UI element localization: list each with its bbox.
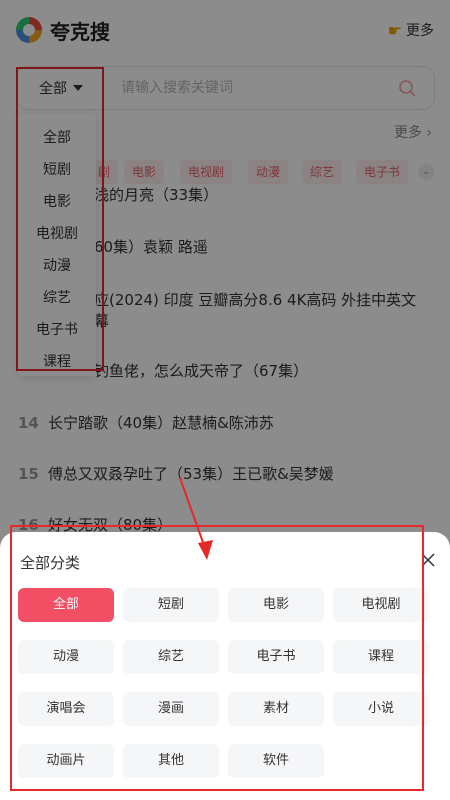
caret-down-icon xyxy=(73,85,83,91)
category-dropdown: 全部 短剧 电影 电视剧 动漫 综艺 电子书 课程 xyxy=(18,114,96,376)
category-sheet: 全部分类 全部 短剧 电影 电视剧 动漫 综艺 电子书 课程 演唱会 漫画 素材… xyxy=(0,532,450,800)
dropdown-item-ebook[interactable]: 电子书 xyxy=(18,314,96,346)
pointing-hand-icon: ☛ xyxy=(387,20,402,40)
category-button-ebook[interactable]: 电子书 xyxy=(228,640,324,674)
list-item[interactable]: 应(2024) 印度 豆瓣高分8.6 4K高码 外挂中英文 xyxy=(94,289,416,310)
list-item[interactable]: 15 傅总又双叒孕吐了（53集）王已歌&吴梦媛 xyxy=(18,463,334,484)
list-item[interactable]: 浅的月亮（33集） xyxy=(94,184,218,205)
dropdown-item-short-drama[interactable]: 短剧 xyxy=(18,154,96,186)
dropdown-item-tv-series[interactable]: 电视剧 xyxy=(18,218,96,250)
app-logo-icon xyxy=(16,17,42,43)
app-title: 夸克搜 xyxy=(50,20,110,44)
category-button-material[interactable]: 素材 xyxy=(228,692,324,726)
category-button-novel[interactable]: 小说 xyxy=(333,692,429,726)
search-input[interactable] xyxy=(121,76,391,100)
category-button-concert[interactable]: 演唱会 xyxy=(18,692,114,726)
category-button-software[interactable]: 软件 xyxy=(228,744,324,778)
more-label: 更多 xyxy=(406,23,434,39)
category-select-label: 全部 xyxy=(39,81,67,97)
category-button-course[interactable]: 课程 xyxy=(333,640,429,674)
dropdown-item-anime[interactable]: 动漫 xyxy=(18,250,96,282)
list-item[interactable]: 14 长宁踏歌（40集）赵慧楠&陈沛苏 xyxy=(18,412,274,433)
category-button-other[interactable]: 其他 xyxy=(123,744,219,778)
category-button-short-drama[interactable]: 短剧 xyxy=(123,588,219,622)
close-icon[interactable] xyxy=(420,552,436,568)
tag[interactable]: 电视剧 xyxy=(180,160,233,184)
dropdown-item-all[interactable]: 全部 xyxy=(18,122,96,154)
list-item[interactable]: 60集）袁颖 路遥 xyxy=(94,236,208,257)
category-button-comic[interactable]: 漫画 xyxy=(123,692,219,726)
sheet-title: 全部分类 xyxy=(20,554,81,572)
category-button-variety[interactable]: 综艺 xyxy=(123,640,219,674)
category-button-tv-series[interactable]: 电视剧 xyxy=(333,588,429,622)
chevron-down-icon[interactable]: ⌄ xyxy=(418,164,434,180)
category-button-cartoon[interactable]: 动画片 xyxy=(18,744,114,778)
list-item[interactable]: 钓鱼佬，怎么成天帝了（67集） xyxy=(94,360,308,381)
tag[interactable]: 电子书 xyxy=(356,160,409,184)
tag[interactable]: 电影 xyxy=(124,160,165,184)
category-button-all[interactable]: 全部 xyxy=(18,588,114,622)
category-select[interactable]: 全部 xyxy=(17,67,105,109)
dropdown-item-movie[interactable]: 电影 xyxy=(18,186,96,218)
tag[interactable]: 综艺 xyxy=(302,160,343,184)
search-bar: 全部 xyxy=(16,66,435,110)
dropdown-item-variety[interactable]: 综艺 xyxy=(18,282,96,314)
search-icon[interactable] xyxy=(398,79,416,97)
tag[interactable]: 动漫 xyxy=(248,160,289,184)
more-link[interactable]: 更多 › xyxy=(394,122,432,142)
dropdown-item-course[interactable]: 课程 xyxy=(18,346,96,378)
category-button-anime[interactable]: 动漫 xyxy=(18,640,114,674)
category-button-movie[interactable]: 电影 xyxy=(228,588,324,622)
list-item[interactable]: 幕 xyxy=(94,310,109,331)
more-button[interactable]: ☛ 更多 xyxy=(388,20,434,40)
app-header: 夸克搜 ☛ 更多 xyxy=(0,0,450,58)
